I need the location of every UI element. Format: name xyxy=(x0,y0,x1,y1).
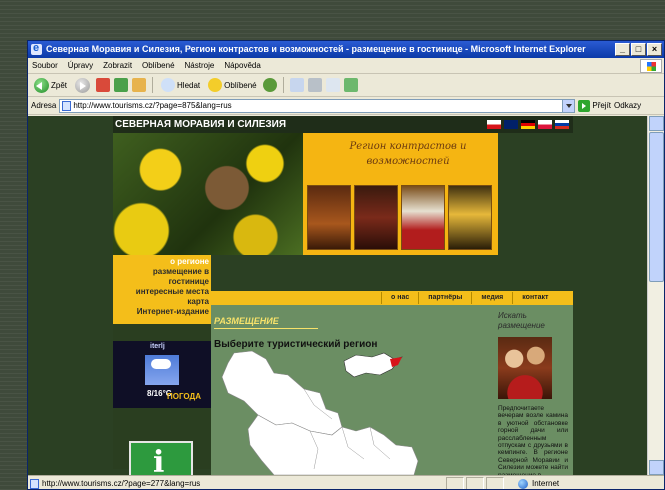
nav-places[interactable]: интересные места xyxy=(113,287,209,297)
print-icon[interactable] xyxy=(307,78,322,92)
menu-favorites[interactable]: Oblíbené xyxy=(142,61,174,70)
nav-map[interactable]: карта xyxy=(113,297,209,307)
search-button[interactable]: Hledat xyxy=(159,76,202,95)
menu-view[interactable]: Zobrazit xyxy=(103,61,132,70)
address-input[interactable]: http://www.tourisms.cz/?page=875&lang=ru… xyxy=(59,98,576,113)
mail-icon[interactable] xyxy=(289,78,304,92)
banner-title: Регион контрастов и возможностей xyxy=(349,141,467,167)
edit-icon[interactable] xyxy=(325,78,340,92)
windows-logo-icon xyxy=(640,59,662,73)
title-bar: Северная Моравия и Силезия, Регион контр… xyxy=(28,41,664,58)
promo-text: Предпочитаете вечерам возле камина в уют… xyxy=(498,405,568,475)
forward-arrow-icon xyxy=(75,77,91,93)
address-dropdown-icon[interactable] xyxy=(562,99,575,112)
back-button[interactable]: Zpět xyxy=(32,76,69,95)
separator xyxy=(152,77,154,93)
banner-photo-cyclists xyxy=(307,185,351,250)
tab-about[interactable]: о нас xyxy=(381,292,419,304)
status-bar: http://www.tourisms.cz/?page=277&lang=ru… xyxy=(28,475,664,489)
history-icon[interactable] xyxy=(262,78,277,92)
menu-help[interactable]: Nápověda xyxy=(224,61,260,70)
scroll-thumb[interactable] xyxy=(649,132,664,282)
stop-icon[interactable] xyxy=(96,78,111,92)
nav-online-edition[interactable]: Интернет-издание xyxy=(113,307,209,317)
couple-photo xyxy=(498,337,552,399)
go-label: Přejít xyxy=(592,101,612,110)
status-page-icon xyxy=(30,479,39,489)
flag-polish-icon[interactable] xyxy=(538,120,552,129)
banner-photo-folk-girl xyxy=(401,185,445,250)
tab-partners[interactable]: партнёры xyxy=(418,292,472,304)
ie-icon xyxy=(31,41,42,57)
star-icon xyxy=(208,78,223,92)
address-bar: Adresa http://www.tourisms.cz/?page=875&… xyxy=(28,97,664,115)
weather-label: iterlj xyxy=(150,343,165,350)
tab-contact[interactable]: контакт xyxy=(512,292,558,304)
weather-title: ПОГОДА xyxy=(167,392,201,401)
menu-file[interactable]: Soubor xyxy=(32,61,58,70)
search-label: Hledat xyxy=(177,80,201,90)
toolbar: Zpět Hledat Oblíbené xyxy=(28,74,664,97)
window-controls: _ □ × xyxy=(615,43,662,56)
menu-tools[interactable]: Nástroje xyxy=(185,61,215,70)
sidebar-nav: о регионе размещение в гостинице интерес… xyxy=(113,257,209,317)
nav-about-region[interactable]: о регионе xyxy=(113,257,209,267)
top-nav: о нас партнёры медия контакт xyxy=(381,292,558,304)
forward-button[interactable] xyxy=(73,76,92,95)
tab-media[interactable]: медия xyxy=(471,292,513,304)
flag-russian-icon[interactable] xyxy=(555,120,569,129)
scroll-down-icon[interactable] xyxy=(649,460,664,475)
refresh-icon[interactable] xyxy=(114,78,129,92)
status-cells xyxy=(446,477,506,489)
banner: Регион контрастов и возможностей xyxy=(303,133,498,255)
close-button[interactable]: × xyxy=(647,43,662,56)
weather-icon xyxy=(145,355,179,385)
go-arrow-icon xyxy=(578,99,591,112)
flag-german-icon[interactable] xyxy=(521,120,535,129)
flag-uk-icon[interactable] xyxy=(504,120,518,129)
back-arrow-icon xyxy=(34,77,49,93)
menu-bar: Soubor Úpravy Zobrazit Oblíbené Nástroje… xyxy=(28,58,664,74)
messenger-icon[interactable] xyxy=(343,78,358,92)
page-icon xyxy=(62,100,72,111)
status-text: http://www.tourisms.cz/?page=277&lang=ru… xyxy=(42,479,201,488)
browser-window: Северная Моравия и Силезия, Регион контр… xyxy=(27,40,665,490)
window-title: Северная Моравия и Силезия, Регион контр… xyxy=(46,44,586,54)
favorites-button[interactable]: Oblíbené xyxy=(206,76,258,95)
info-icon[interactable] xyxy=(129,441,193,475)
address-url: http://www.tourisms.cz/?page=875&lang=ru… xyxy=(73,100,232,110)
map-region-north[interactable] xyxy=(221,350,343,436)
address-label: Adresa xyxy=(31,101,57,110)
maximize-button[interactable]: □ xyxy=(631,43,646,56)
site-title: СЕВЕРНАЯ МОРАВИЯ И СИЛЕЗИЯ xyxy=(115,119,287,130)
section-divider xyxy=(214,328,318,329)
vertical-scrollbar[interactable] xyxy=(647,116,664,475)
nature-photo xyxy=(113,133,303,255)
flag-czech-icon[interactable] xyxy=(487,120,501,129)
region-map[interactable] xyxy=(214,349,419,475)
banner-photo-golfer xyxy=(448,185,492,250)
nav-accommodation[interactable]: размещение в гостинице xyxy=(113,267,209,287)
page-viewport: СЕВЕРНАЯ МОРАВИЯ И СИЛЕЗИЯ Регион контра… xyxy=(28,116,649,475)
minimize-button[interactable]: _ xyxy=(615,43,630,56)
menu-edit[interactable]: Úpravy xyxy=(68,61,93,70)
section-title: РАЗМЕЩЕНИЕ xyxy=(214,316,279,326)
internet-zone: Internet xyxy=(518,476,559,489)
search-icon xyxy=(161,78,176,92)
search-accommodation-title[interactable]: Искать размещение xyxy=(498,311,568,331)
language-flags xyxy=(487,120,569,129)
back-label: Zpět xyxy=(51,80,68,90)
site-header: СЕВЕРНАЯ МОРАВИЯ И СИЛЕЗИЯ xyxy=(113,116,573,133)
separator xyxy=(282,77,284,93)
go-button[interactable]: Přejít xyxy=(578,99,612,112)
scroll-up-icon[interactable] xyxy=(649,116,664,131)
banner-photo-wine xyxy=(354,185,398,250)
links-button[interactable]: Odkazy xyxy=(614,101,641,110)
home-icon[interactable] xyxy=(132,78,147,92)
favorites-label: Oblíbené xyxy=(224,80,257,90)
